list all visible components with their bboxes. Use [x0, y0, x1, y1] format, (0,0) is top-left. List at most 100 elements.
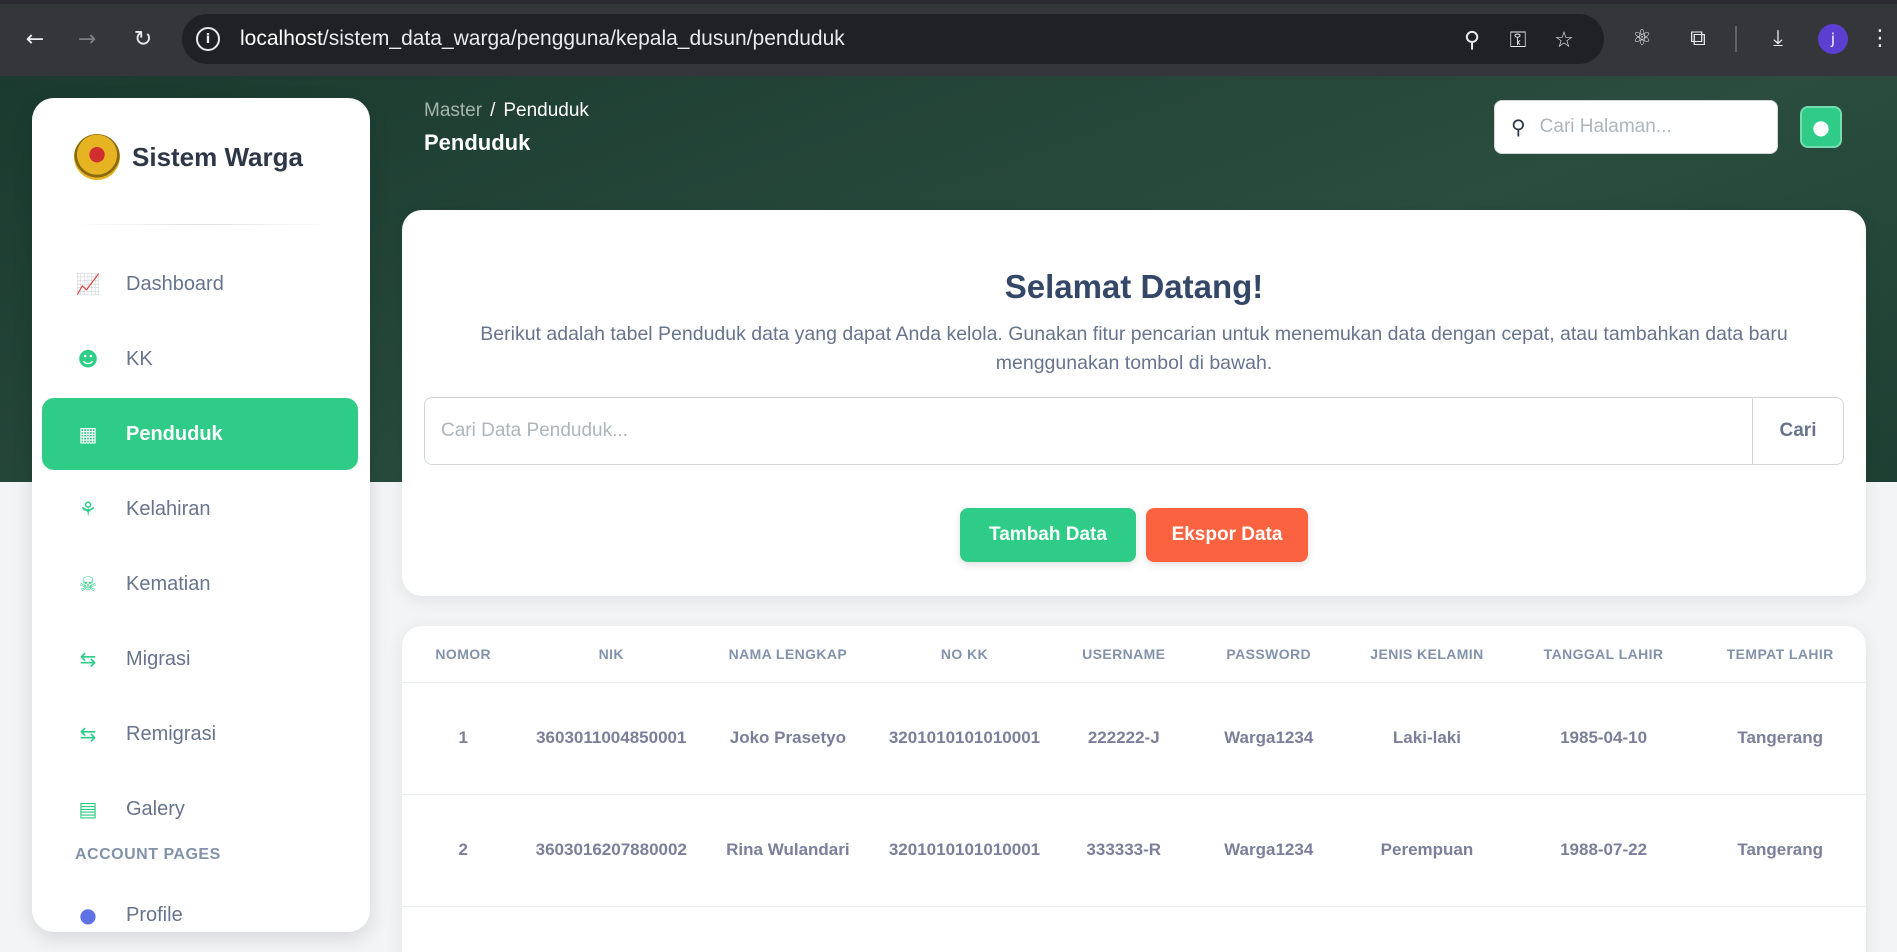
user-icon: ● [79, 903, 97, 927]
menu-kebab-icon[interactable]: ⋮ [1869, 22, 1891, 54]
exchange-icon: ⇆ [79, 647, 97, 671]
user-account-button[interactable]: ● [1800, 106, 1842, 148]
sidebar-item-profile[interactable]: ● Profile [42, 879, 358, 932]
extensions-icon[interactable]: ⧉ [1682, 22, 1714, 54]
table-cell: 3201010101010001 [877, 682, 1052, 795]
page-search-input[interactable] [1539, 116, 1760, 138]
breadcrumb-current: Penduduk [503, 100, 589, 121]
chart-icon: 📈 [75, 272, 101, 296]
table-cell: Rina Wulandari [698, 794, 878, 907]
table-cell: 3603016207880002 [524, 794, 699, 907]
sidebar-item-kematian[interactable]: ☠ Kematian [42, 548, 358, 620]
forward-icon[interactable]: → [70, 22, 104, 56]
column-header: JENIS KELAMIN [1341, 626, 1513, 683]
breadcrumb-root[interactable]: Master [424, 100, 482, 121]
export-data-button[interactable]: Ekspor Data [1146, 508, 1308, 562]
column-header: NIK [524, 626, 699, 683]
table-cell: 1985-04-10 [1512, 682, 1695, 795]
skull-icon: ☠ [79, 572, 97, 596]
sidebar-item-label: Dashboard [126, 272, 224, 295]
id-card-icon: ▦ [78, 422, 98, 446]
users-icon: ☻ [77, 347, 99, 371]
sidebar-item-label: Galery [126, 797, 185, 820]
column-header: TANGGAL LAHIR [1512, 626, 1695, 683]
sidebar-item-label: Kelahiran [126, 497, 211, 520]
table-row: 1 3603011004850001 Joko Prasetyo 3201010… [402, 682, 1866, 795]
zoom-icon[interactable]: ⚲ [1458, 26, 1486, 54]
divider [74, 224, 332, 225]
column-header: PASSWORD [1196, 626, 1342, 683]
download-icon[interactable]: ⤓ [1762, 22, 1794, 54]
images-icon: ▤ [78, 797, 98, 821]
table-cell: 3201010101010001 [877, 794, 1052, 907]
browser-toolbar: ← → ↻ i localhost/sistem_data_warga/peng… [0, 0, 1897, 76]
sidebar-item-label: Penduduk [126, 422, 223, 445]
emblem-logo [74, 134, 120, 180]
column-header: NOMOR [402, 626, 525, 683]
page-search[interactable]: ⚲ [1494, 100, 1778, 154]
sidebar-item-penduduk[interactable]: ▦ Penduduk [42, 398, 358, 470]
search-button[interactable]: Cari [1752, 398, 1843, 464]
penduduk-table: NOMOR NIK NAMA LENGKAP NO KK USERNAME PA… [402, 626, 1866, 907]
section-label-account: ACCOUNT PAGES [75, 846, 221, 863]
data-table-card: NOMOR NIK NAMA LENGKAP NO KK USERNAME PA… [402, 626, 1866, 952]
table-header-row: NOMOR NIK NAMA LENGKAP NO KK USERNAME PA… [402, 626, 1866, 683]
table-cell: 333333-R [1051, 794, 1197, 907]
toolbar-divider [1735, 26, 1737, 52]
column-header: NO KK [877, 626, 1052, 683]
back-icon[interactable]: ← [18, 22, 52, 56]
sidebar-item-label: Profile [126, 903, 183, 926]
sidebar-item-label: Remigrasi [126, 722, 217, 745]
table-cell: 222222-J [1051, 682, 1197, 795]
table-row: 2 3603016207880002 Rina Wulandari 320101… [402, 794, 1866, 907]
sidebar-item-label: Kematian [126, 572, 211, 595]
sidebar-item-label: KK [126, 347, 153, 370]
exchange-icon: ⇆ [79, 722, 97, 746]
sidebar-item-remigrasi[interactable]: ⇆ Remigrasi [42, 698, 358, 770]
url-path: /sistem_data_warga/pengguna/kepala_dusun… [322, 27, 845, 50]
column-header: TEMPAT LAHIR [1694, 626, 1866, 683]
brand-name: Sistem Warga [132, 141, 303, 172]
address-bar[interactable]: i localhost/sistem_data_warga/pengguna/k… [182, 14, 1604, 64]
tab-strip-edge [0, 0, 1897, 4]
breadcrumb-separator: / [490, 100, 496, 121]
table-cell: Warga1234 [1196, 794, 1342, 907]
baby-icon: ⚘ [79, 497, 97, 521]
sidebar-item-kk[interactable]: ☻ KK [42, 323, 358, 395]
data-search-input[interactable] [425, 398, 1752, 464]
react-devtools-icon[interactable]: ⚛ [1626, 22, 1658, 54]
sidebar-item-galery[interactable]: ▤ Galery [42, 773, 358, 845]
user-icon: ● [1812, 115, 1830, 139]
site-info-icon[interactable]: i [196, 27, 220, 51]
table-cell: Joko Prasetyo [698, 682, 878, 795]
bookmark-star-icon[interactable]: ☆ [1550, 26, 1578, 54]
table-cell: 3603011004850001 [524, 682, 699, 795]
url-host: localhost [240, 27, 323, 50]
password-key-icon[interactable]: ⚿ [1504, 26, 1532, 54]
profile-avatar[interactable]: j [1818, 24, 1848, 54]
breadcrumb: Master / Penduduk [424, 100, 589, 122]
data-search-group: Cari [424, 397, 1844, 465]
table-cell: 1988-07-22 [1512, 794, 1695, 907]
sidebar-item-dashboard[interactable]: 📈 Dashboard [42, 248, 358, 320]
column-header: USERNAME [1051, 626, 1197, 683]
column-header: NAMA LENGKAP [698, 626, 878, 683]
table-cell: Perempuan [1341, 794, 1513, 907]
sidebar-item-label: Migrasi [126, 647, 191, 670]
table-cell: Tangerang [1694, 794, 1866, 907]
sidebar-item-migrasi[interactable]: ⇆ Migrasi [42, 623, 358, 695]
search-icon: ⚲ [1511, 115, 1526, 139]
add-data-button[interactable]: Tambah Data [960, 508, 1136, 562]
table-cell: 1 [402, 682, 525, 795]
url-text[interactable]: localhost/sistem_data_warga/pengguna/kep… [240, 27, 845, 51]
reload-icon[interactable]: ↻ [126, 22, 160, 56]
welcome-description: Berikut adalah tabel Penduduk data yang … [480, 323, 1788, 374]
welcome-card: Selamat Datang! Berikut adalah tabel Pen… [402, 210, 1866, 596]
table-cell: Laki-laki [1341, 682, 1513, 795]
table-cell: 2 [402, 794, 525, 907]
brand[interactable]: Sistem Warga [74, 134, 303, 180]
table-cell: Tangerang [1694, 682, 1866, 795]
page-title: Penduduk [424, 130, 531, 155]
sidebar-item-kelahiran[interactable]: ⚘ Kelahiran [42, 473, 358, 545]
page-content: Sistem Warga 📈 Dashboard ☻ KK ▦ Penduduk… [0, 76, 1897, 952]
